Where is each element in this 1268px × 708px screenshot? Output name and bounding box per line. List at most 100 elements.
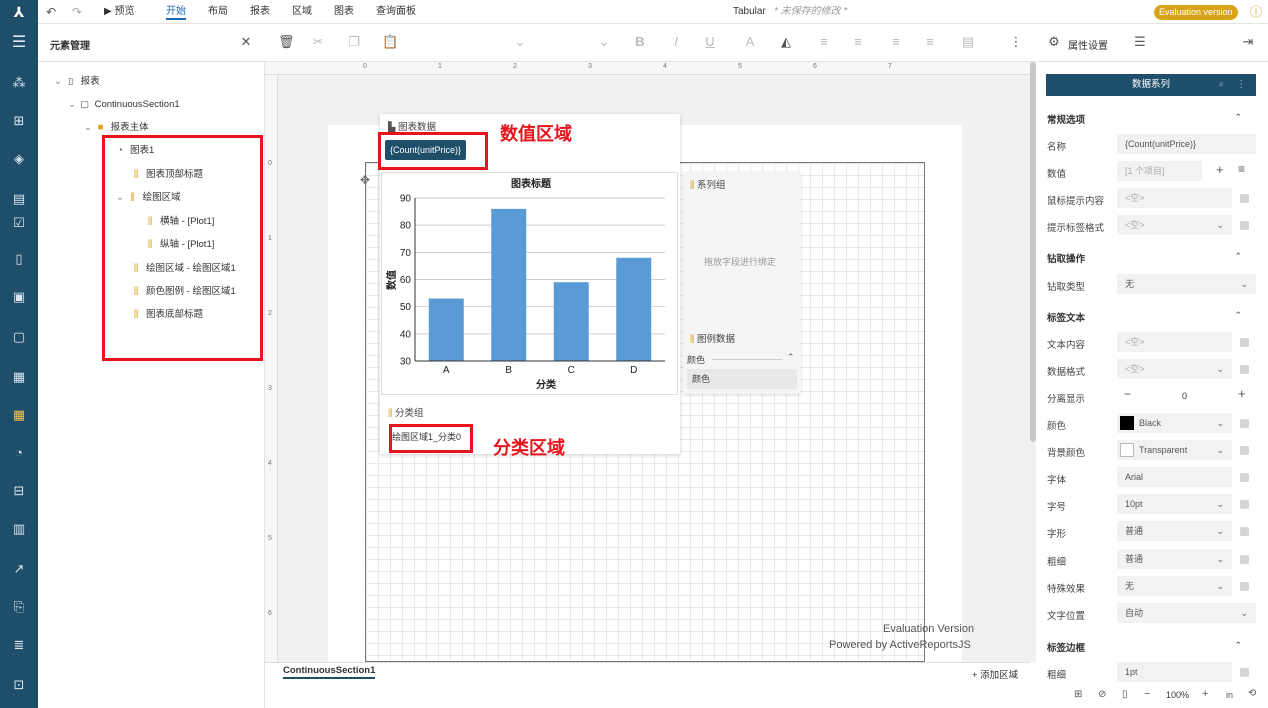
font-size-dropdown-icon[interactable]: ⌄: [596, 34, 612, 50]
textbox-icon[interactable]: ▤: [10, 190, 28, 208]
snap-toggle-icon[interactable]: ⊘: [1098, 689, 1106, 700]
text-color-icon[interactable]: A: [742, 34, 758, 50]
add-region-button[interactable]: + 添加区域: [972, 667, 1018, 681]
more-options-icon[interactable]: ⋮: [1008, 34, 1024, 50]
align-right-icon[interactable]: ≡: [888, 34, 904, 50]
prop-color-dropdown[interactable]: Black ⌄: [1117, 413, 1232, 433]
grid-toggle-icon[interactable]: ⊞: [1074, 689, 1082, 700]
data-source-icon[interactable]: ⁂: [10, 74, 28, 92]
zoom-out-icon[interactable]: −: [1144, 688, 1150, 700]
collapse-chevron-icon[interactable]: ⌃: [787, 352, 795, 363]
legend-color-value[interactable]: 颜色: [687, 369, 797, 389]
tree-item-body[interactable]: ⌄ ■ 报表主体: [84, 120, 149, 136]
prop-expression-toggle[interactable]: [1240, 419, 1249, 428]
collapse-panel-icon[interactable]: ⇥: [1240, 34, 1256, 50]
fill-color-icon[interactable]: ◭: [778, 34, 794, 50]
prop-font-dropdown[interactable]: Arial: [1117, 467, 1232, 487]
report-part-icon[interactable]: ⎘: [10, 598, 28, 616]
prop-bg-color-dropdown[interactable]: Transparent ⌄: [1117, 440, 1232, 460]
prop-expression-toggle[interactable]: [1240, 338, 1249, 347]
container-icon[interactable]: ▢: [10, 328, 28, 346]
decrement-icon[interactable]: −: [1124, 387, 1131, 401]
prop-expression-toggle[interactable]: [1240, 668, 1249, 677]
tab-chart[interactable]: 图表: [334, 4, 354, 20]
prop-text-position-dropdown[interactable]: 自动 ⌄: [1117, 603, 1256, 623]
evaluation-badge[interactable]: Evaluation version: [1154, 5, 1238, 20]
increment-icon[interactable]: +: [1238, 386, 1246, 401]
prop-expression-toggle[interactable]: [1240, 221, 1249, 230]
subreport-icon[interactable]: ⊟: [10, 482, 28, 500]
prop-expression-toggle[interactable]: [1240, 500, 1249, 509]
align-center-icon[interactable]: ≡: [850, 34, 866, 50]
kebab-menu-icon[interactable]: ⋮: [1237, 74, 1247, 96]
prop-drill-type-dropdown[interactable]: 无 ⌄: [1117, 274, 1256, 294]
prop-effect-dropdown[interactable]: 无 ⌄: [1117, 576, 1232, 596]
zoom-in-icon[interactable]: +: [1202, 688, 1208, 700]
chevron-up-icon[interactable]: ⌃: [1234, 310, 1242, 321]
section-label-border[interactable]: 标签边框 ⌃: [1047, 640, 1250, 654]
list-icon[interactable]: ≣: [10, 636, 28, 654]
section-general[interactable]: 常规选项 ⌃: [1047, 112, 1250, 126]
vertical-align-icon[interactable]: ▤: [960, 34, 976, 50]
preview-button[interactable]: ▶ 预览: [104, 4, 134, 20]
data-panel-icon[interactable]: ☰: [1132, 34, 1148, 50]
prop-expression-toggle[interactable]: [1240, 473, 1249, 482]
prop-font-style-dropdown[interactable]: 普通 ⌄: [1117, 521, 1232, 541]
prop-font-size-dropdown[interactable]: 10pt ⌄: [1117, 494, 1232, 514]
tab-layout[interactable]: 布局: [208, 4, 228, 20]
move-handle-icon[interactable]: ✥: [360, 173, 370, 187]
chevron-up-icon[interactable]: ⌃: [1234, 251, 1242, 262]
prop-expression-toggle[interactable]: [1240, 527, 1249, 536]
info-icon[interactable]: ⓘ: [1250, 4, 1262, 20]
prop-expression-toggle[interactable]: [1240, 582, 1249, 591]
table-icon[interactable]: ▦: [10, 368, 28, 386]
prop-border-width-dropdown[interactable]: 1pt: [1117, 662, 1232, 682]
barcode-icon[interactable]: ▥: [10, 520, 28, 538]
pie-chart-icon[interactable]: ◔: [10, 444, 28, 462]
search-icon[interactable]: ⌕: [1219, 74, 1224, 96]
prop-expression-toggle[interactable]: [1240, 446, 1249, 455]
add-icon[interactable]: +: [1216, 162, 1224, 177]
prop-tooltip-field[interactable]: <空>: [1117, 188, 1232, 208]
prop-name-field[interactable]: {Count(unitPrice)}: [1117, 134, 1256, 154]
section-tab[interactable]: ContinuousSection1: [283, 665, 376, 679]
prop-value-field[interactable]: [1 个项目]: [1117, 161, 1202, 181]
list-menu-icon[interactable]: ≡: [1238, 162, 1245, 176]
align-left-icon[interactable]: ≡: [816, 34, 832, 50]
ruler-toggle-icon[interactable]: ▯: [1122, 689, 1128, 700]
redo-icon[interactable]: ↷: [72, 4, 82, 20]
component-tree-icon[interactable]: ⊞: [10, 112, 28, 130]
hamburger-menu-icon[interactable]: ☰: [10, 34, 28, 52]
delete-icon[interactable]: 🗑: [278, 34, 295, 50]
tablix-icon[interactable]: ▦: [10, 406, 28, 424]
tab-region[interactable]: 区域: [292, 4, 312, 20]
layers-icon[interactable]: ◈: [10, 150, 28, 168]
checkbox-icon[interactable]: ☑: [10, 214, 28, 232]
tab-report[interactable]: 报表: [250, 4, 270, 20]
prop-expression-toggle[interactable]: [1240, 365, 1249, 374]
tab-home[interactable]: 开始: [166, 4, 186, 20]
reset-zoom-icon[interactable]: ⟲: [1248, 688, 1256, 699]
copy-icon[interactable]: ❐: [346, 34, 362, 50]
cut-icon[interactable]: ✂: [310, 34, 326, 50]
prop-text-content-field[interactable]: <空>: [1117, 332, 1232, 352]
form-field-icon[interactable]: ⊡: [10, 676, 28, 694]
prop-expression-toggle[interactable]: [1240, 194, 1249, 203]
tree-item-report[interactable]: ⌄ ▯ 报表: [54, 74, 100, 90]
align-justify-icon[interactable]: ≡: [922, 34, 938, 50]
prop-font-weight-dropdown[interactable]: 普通 ⌄: [1117, 549, 1232, 569]
prop-separate-value[interactable]: 0: [1182, 391, 1187, 401]
bold-icon[interactable]: B: [632, 34, 648, 50]
underline-icon[interactable]: U: [702, 34, 718, 50]
pin-icon[interactable]: ✕: [238, 34, 254, 50]
italic-icon[interactable]: I: [668, 34, 684, 50]
unit-label[interactable]: in: [1226, 690, 1233, 700]
prop-tooltip-format-dropdown[interactable]: <空> ⌄: [1117, 215, 1232, 235]
chevron-up-icon[interactable]: ⌃: [1234, 640, 1242, 651]
tab-properties[interactable]: 属性设置: [1068, 37, 1108, 52]
sparkline-icon[interactable]: ↗: [10, 560, 28, 578]
chevron-up-icon[interactable]: ⌃: [1234, 112, 1242, 123]
image-icon[interactable]: ▣: [10, 288, 28, 306]
prop-data-format-dropdown[interactable]: <空> ⌄: [1117, 359, 1232, 379]
document-icon[interactable]: ▯: [10, 250, 28, 268]
